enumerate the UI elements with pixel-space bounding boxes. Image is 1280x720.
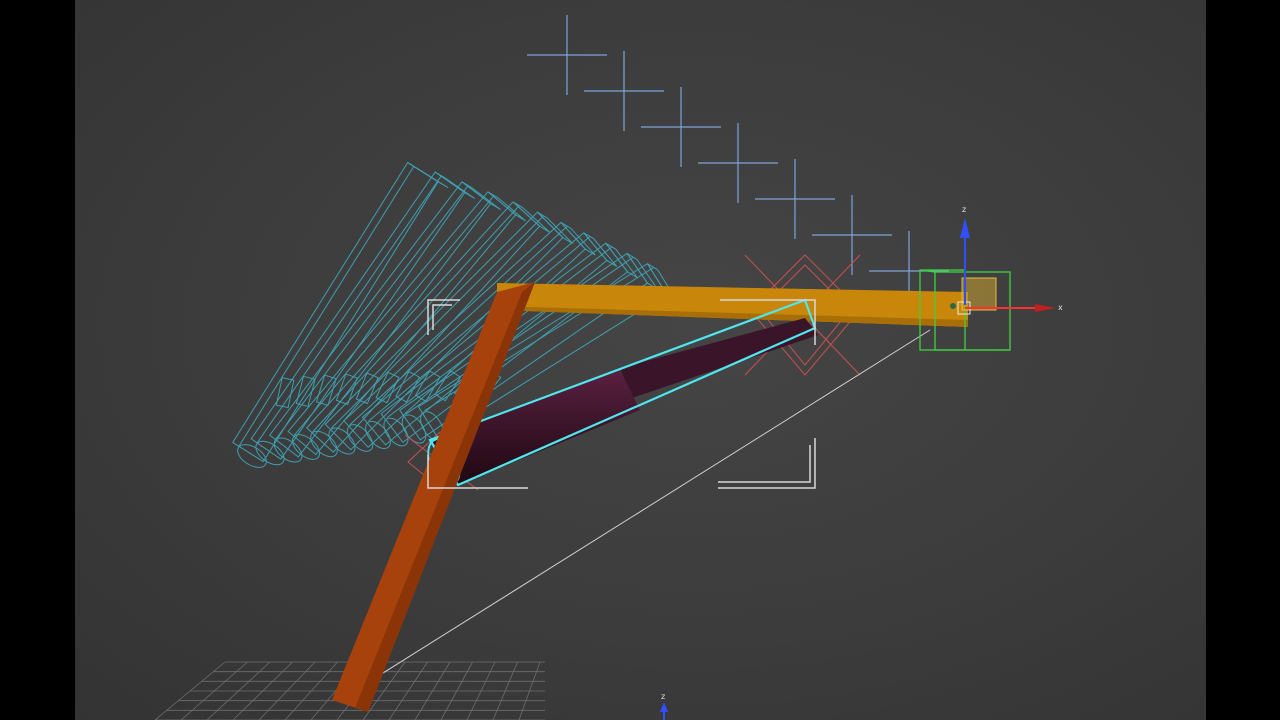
pivot-dot (950, 303, 956, 309)
gizmo-z-label: z (962, 205, 966, 214)
helper-crosshairs (527, 15, 949, 311)
video-frame: z x z (0, 0, 1280, 720)
axis-tripod: z (660, 692, 668, 720)
crosshair-marker (527, 15, 607, 95)
crosshair-marker (755, 159, 835, 239)
3d-viewport[interactable]: z x z (75, 0, 1206, 720)
tripod-z-label: z (661, 692, 665, 701)
scene-canvas: z x z (154, 15, 1063, 720)
gizmo-z-arrow[interactable] (960, 218, 970, 238)
crosshair-marker (584, 51, 664, 131)
gizmo-x-label: x (1058, 303, 1063, 312)
gizmo-plane-handle[interactable] (961, 277, 997, 311)
crosshair-marker (698, 123, 778, 203)
crosshair-marker (641, 87, 721, 167)
gizmo-x-arrow[interactable] (1035, 304, 1056, 312)
